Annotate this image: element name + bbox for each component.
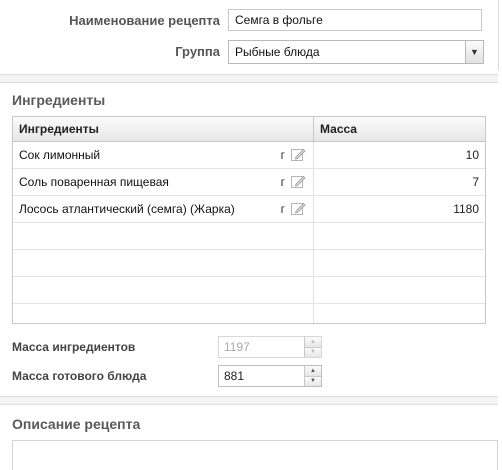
arrow-up-icon: ▲ bbox=[305, 337, 321, 347]
description-section-title: Описание рецепта bbox=[12, 416, 141, 432]
edit-pencil-icon[interactable] bbox=[291, 201, 306, 216]
dish-mass-stepper[interactable]: 881 ▲ ▼ bbox=[218, 365, 322, 387]
section-divider bbox=[0, 396, 498, 405]
unit-label: г bbox=[280, 202, 285, 216]
dish-mass-label: Масса готового блюда bbox=[12, 369, 147, 383]
mass-value[interactable]: 7 bbox=[472, 175, 479, 189]
group-select[interactable]: Рыбные блюда ▼ bbox=[228, 40, 484, 64]
table-row[interactable]: Лосось атлантический (семга) (Жарка) г 1… bbox=[13, 196, 485, 223]
group-selected-value: Рыбные блюда bbox=[235, 45, 320, 59]
table-row[interactable]: Сок лимонный г 10 bbox=[13, 142, 485, 169]
table-header: Ингредиенты Масса bbox=[13, 117, 485, 142]
table-row-empty[interactable] bbox=[13, 277, 485, 304]
table-row[interactable]: Соль поваренная пищевая г 7 bbox=[13, 169, 485, 196]
ingredients-section-title: Ингредиенты bbox=[12, 92, 106, 108]
mass-value[interactable]: 1180 bbox=[453, 202, 479, 216]
arrow-down-icon[interactable]: ▼ bbox=[305, 375, 321, 386]
edit-pencil-icon[interactable] bbox=[291, 174, 306, 189]
ingredient-name: Лосось атлантический (семга) (Жарка) bbox=[19, 202, 235, 216]
dish-mass-value[interactable]: 881 bbox=[219, 366, 304, 386]
column-header-ingredients[interactable]: Ингредиенты bbox=[13, 117, 314, 141]
mass-value[interactable]: 10 bbox=[466, 148, 479, 162]
column-header-mass[interactable]: Масса bbox=[314, 117, 485, 141]
arrow-down-icon: ▼ bbox=[305, 346, 321, 357]
arrow-up-icon[interactable]: ▲ bbox=[305, 366, 321, 376]
ingredients-mass-value: 1197 bbox=[224, 340, 250, 354]
table-row-empty[interactable] bbox=[13, 304, 485, 323]
section-divider bbox=[0, 74, 498, 83]
edit-pencil-icon[interactable] bbox=[291, 147, 306, 162]
table-row-empty[interactable] bbox=[13, 223, 485, 250]
group-label: Группа bbox=[175, 44, 220, 59]
chevron-down-icon[interactable]: ▼ bbox=[465, 41, 483, 63]
table-row-empty[interactable] bbox=[13, 250, 485, 277]
unit-label: г bbox=[280, 148, 285, 162]
ingredient-name: Сок лимонный bbox=[19, 148, 101, 162]
ingredients-mass-stepper: 1197 ▲ ▼ bbox=[218, 336, 322, 358]
description-textarea[interactable] bbox=[12, 440, 498, 470]
recipe-name-label: Наименование рецепта bbox=[69, 13, 220, 28]
ingredient-name: Соль поваренная пищевая bbox=[19, 175, 169, 189]
ingredients-table: Ингредиенты Масса Сок лимонный г 10 Соль… bbox=[12, 116, 486, 324]
recipe-name-field[interactable] bbox=[228, 9, 482, 31]
ingredients-mass-label: Масса ингредиентов bbox=[12, 340, 136, 354]
unit-label: г bbox=[280, 175, 285, 189]
recipe-header-panel: Наименование рецепта Группа Рыбные блюда… bbox=[0, 0, 499, 70]
